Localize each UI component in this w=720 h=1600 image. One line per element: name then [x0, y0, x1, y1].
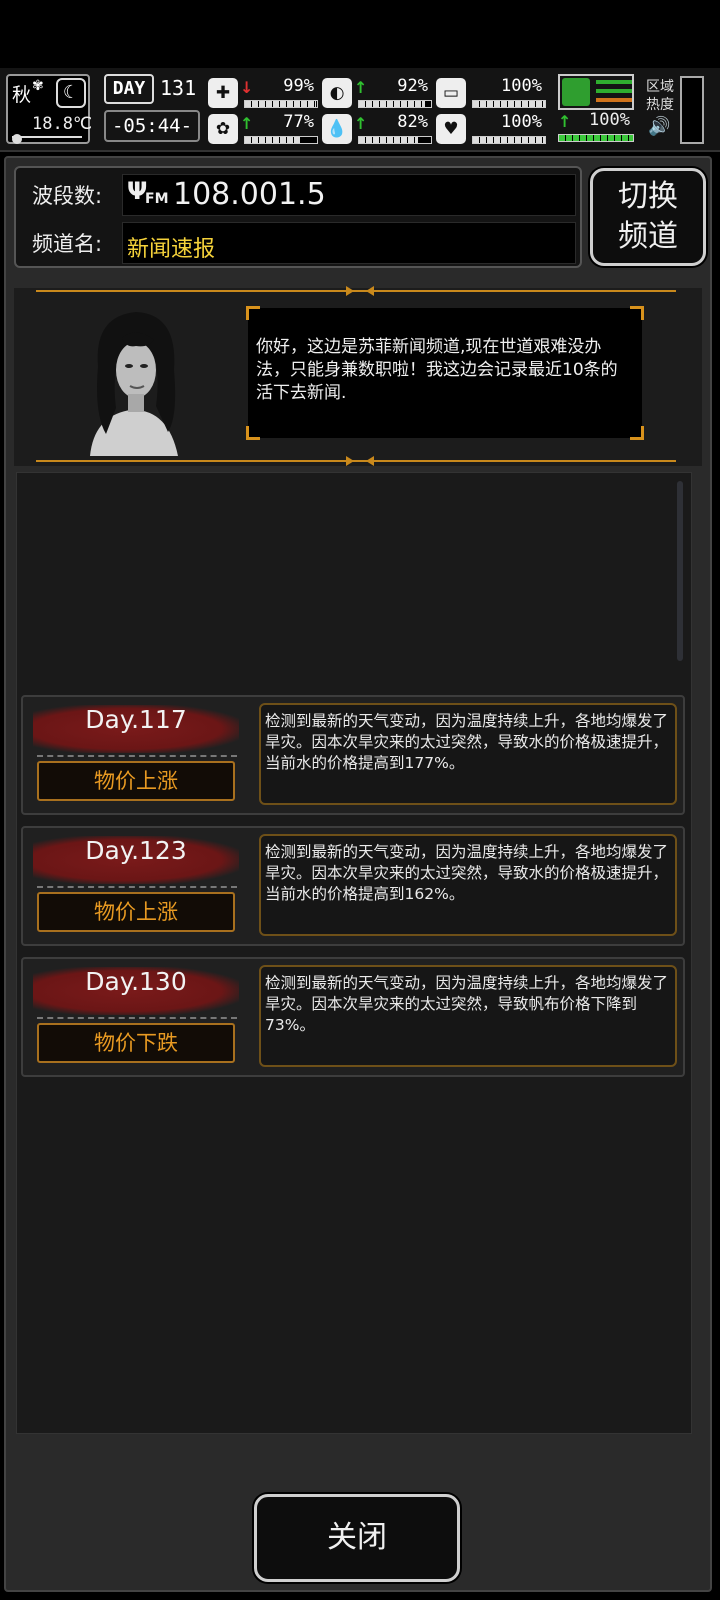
news-tag: 物价下跌: [37, 1023, 235, 1063]
news-tag: 物价上涨: [37, 761, 235, 801]
stat-value: 92%: [397, 76, 428, 96]
news-description: 检测到最新的天气变动，因为温度持续上升，各地均爆发了旱灾。因本次旱灾来的太过突然…: [259, 703, 677, 805]
divider-bottom: [36, 456, 676, 466]
stat-heart: ♥ 100%: [436, 112, 546, 146]
fm-label: FM: [145, 191, 169, 207]
radio-panel: 波段数: Ψ FM 108.001.5 频道名: 新闻速报 切换 频道 你好，这…: [4, 156, 712, 1592]
day-tag: DAY: [104, 74, 154, 104]
leaf-icon: ✾: [32, 78, 44, 94]
channel-label: 频道名:: [32, 232, 103, 256]
stat-bar: [244, 136, 318, 144]
season-weather-panel: 秋 ✾ ☾ 18.8℃: [6, 74, 93, 144]
news-item[interactable]: Day.130 物价下跌 检测到最新的天气变动，因为温度持续上升，各地均爆发了旱灾。…: [21, 957, 685, 1077]
news-scrollbar[interactable]: [677, 481, 683, 661]
host-section: 你好，这边是苏菲新闻频道,现在世道艰难没办法，只能身兼数职啦！我这边会记录最近1…: [14, 286, 702, 466]
stat-bar: [358, 100, 432, 108]
band-label: 波段数:: [32, 184, 103, 208]
dashed-divider: [37, 755, 237, 757]
stomach-icon: ◐: [322, 78, 352, 108]
region-heat-panel[interactable]: 区域热度 🔊: [642, 74, 714, 146]
trend-arrow-icon: ↓: [240, 78, 254, 97]
frequency-value: 108.001.5: [173, 177, 326, 212]
close-button[interactable]: 关闭: [254, 1494, 460, 1582]
stat-bar: [358, 136, 432, 144]
stamina-lines-icon: [596, 80, 632, 107]
stat-value: 82%: [397, 112, 428, 132]
trend-arrow-icon: ↑: [354, 78, 368, 97]
water-drop-icon: 💧: [322, 114, 352, 144]
stamina-panel: [558, 74, 634, 110]
stat-bar: [472, 136, 546, 144]
channel-value-box: 新闻速报: [122, 222, 576, 264]
stat-medkit: ✚ ↓ 99%: [208, 76, 318, 110]
moon-icon: ☾: [56, 78, 86, 108]
trend-arrow-icon: ↑: [240, 114, 254, 133]
host-speech-bubble: 你好，这边是苏菲新闻频道,现在世道艰难没办法，只能身兼数职啦！我这边会记录最近1…: [246, 306, 644, 440]
stat-stomach: ◐ ↑ 92%: [322, 76, 432, 110]
stat-value: 99%: [283, 76, 314, 96]
dashed-divider: [37, 1017, 237, 1019]
switch-label-line1: 切换: [618, 179, 678, 214]
trend-arrow-icon: ↑: [354, 114, 368, 133]
switch-channel-button[interactable]: 切换 频道: [590, 168, 706, 266]
temperature-value: 18.8℃: [32, 114, 93, 134]
stat-bar: [244, 100, 318, 108]
heart-icon: ♥: [436, 114, 466, 144]
host-portrait-image: [50, 296, 218, 456]
news-list[interactable]: Day.117 物价上涨 检测到最新的天气变动，因为温度持续上升，各地均爆发了旱灾。…: [16, 472, 692, 1434]
stat-value: 77%: [283, 112, 314, 132]
stamina-value: 100%: [589, 110, 630, 130]
stat-value: 100%: [501, 112, 542, 132]
region-heat-bar: [680, 76, 704, 144]
host-portrait: [50, 296, 218, 456]
news-day: Day.117: [85, 705, 187, 734]
boot-icon: [562, 78, 590, 106]
up-arrow-icon: ↑: [558, 112, 572, 131]
host-message: 你好，这边是苏菲新闻频道,现在世道艰难没办法，只能身兼数职啦！我这边会记录最近1…: [256, 337, 618, 403]
dashed-divider: [37, 886, 237, 888]
news-item[interactable]: Day.123 物价上涨 检测到最新的天气变动，因为温度持续上升，各地均爆发了旱灾。…: [21, 826, 685, 946]
thermometer-icon: [12, 134, 82, 144]
day-number: 131: [160, 76, 197, 100]
bladder-icon: ▭: [436, 78, 466, 108]
band-row: 波段数: Ψ FM 108.001.5: [16, 172, 580, 218]
stat-bar: [472, 100, 546, 108]
stat-value: 100%: [501, 76, 542, 96]
frequency-box: 波段数: Ψ FM 108.001.5 频道名: 新闻速报: [14, 166, 582, 268]
news-day: Day.123: [85, 836, 187, 865]
channel-name: 新闻速报: [127, 237, 216, 262]
channel-row: 频道名: 新闻速报: [16, 220, 580, 266]
band-value-box: Ψ FM 108.001.5: [122, 174, 576, 216]
news-description: 检测到最新的天气变动，因为温度持续上升，各地均爆发了旱灾。因本次旱灾来的太过突然…: [259, 965, 677, 1067]
news-day: Day.130: [85, 967, 187, 996]
stamina-stat: ↑ 100%: [558, 110, 634, 144]
status-hud: 秋 ✾ ☾ 18.8℃ DAY 131 -05:44- ✚ ↓ 99% ◐ ↑ 92% ▭ 1…: [0, 68, 720, 152]
stat-brain: ✿ ↑ 77%: [208, 112, 318, 146]
stat-bladder: ▭ 100%: [436, 76, 546, 110]
region-heat-label: 区域热度: [646, 79, 674, 113]
day-clock-panel: DAY 131 -05:44-: [104, 74, 200, 144]
medkit-icon: ✚: [208, 78, 238, 108]
stat-water-drop: 💧 ↑ 82%: [322, 112, 432, 146]
brain-icon: ✿: [208, 114, 238, 144]
stamina-bar: [558, 134, 634, 142]
news-item[interactable]: Day.117 物价上涨 检测到最新的天气变动，因为温度持续上升，各地均爆发了旱灾。…: [21, 695, 685, 815]
news-tag: 物价上涨: [37, 892, 235, 932]
news-description: 检测到最新的天气变动，因为温度持续上升，各地均爆发了旱灾。因本次旱灾来的太过突然…: [259, 834, 677, 936]
speaker-icon[interactable]: 🔊: [648, 116, 670, 137]
season-label: 秋: [12, 84, 32, 106]
clock-display: -05:44-: [104, 110, 200, 142]
switch-label-line2: 频道: [618, 219, 678, 254]
divider-top: [36, 286, 676, 296]
